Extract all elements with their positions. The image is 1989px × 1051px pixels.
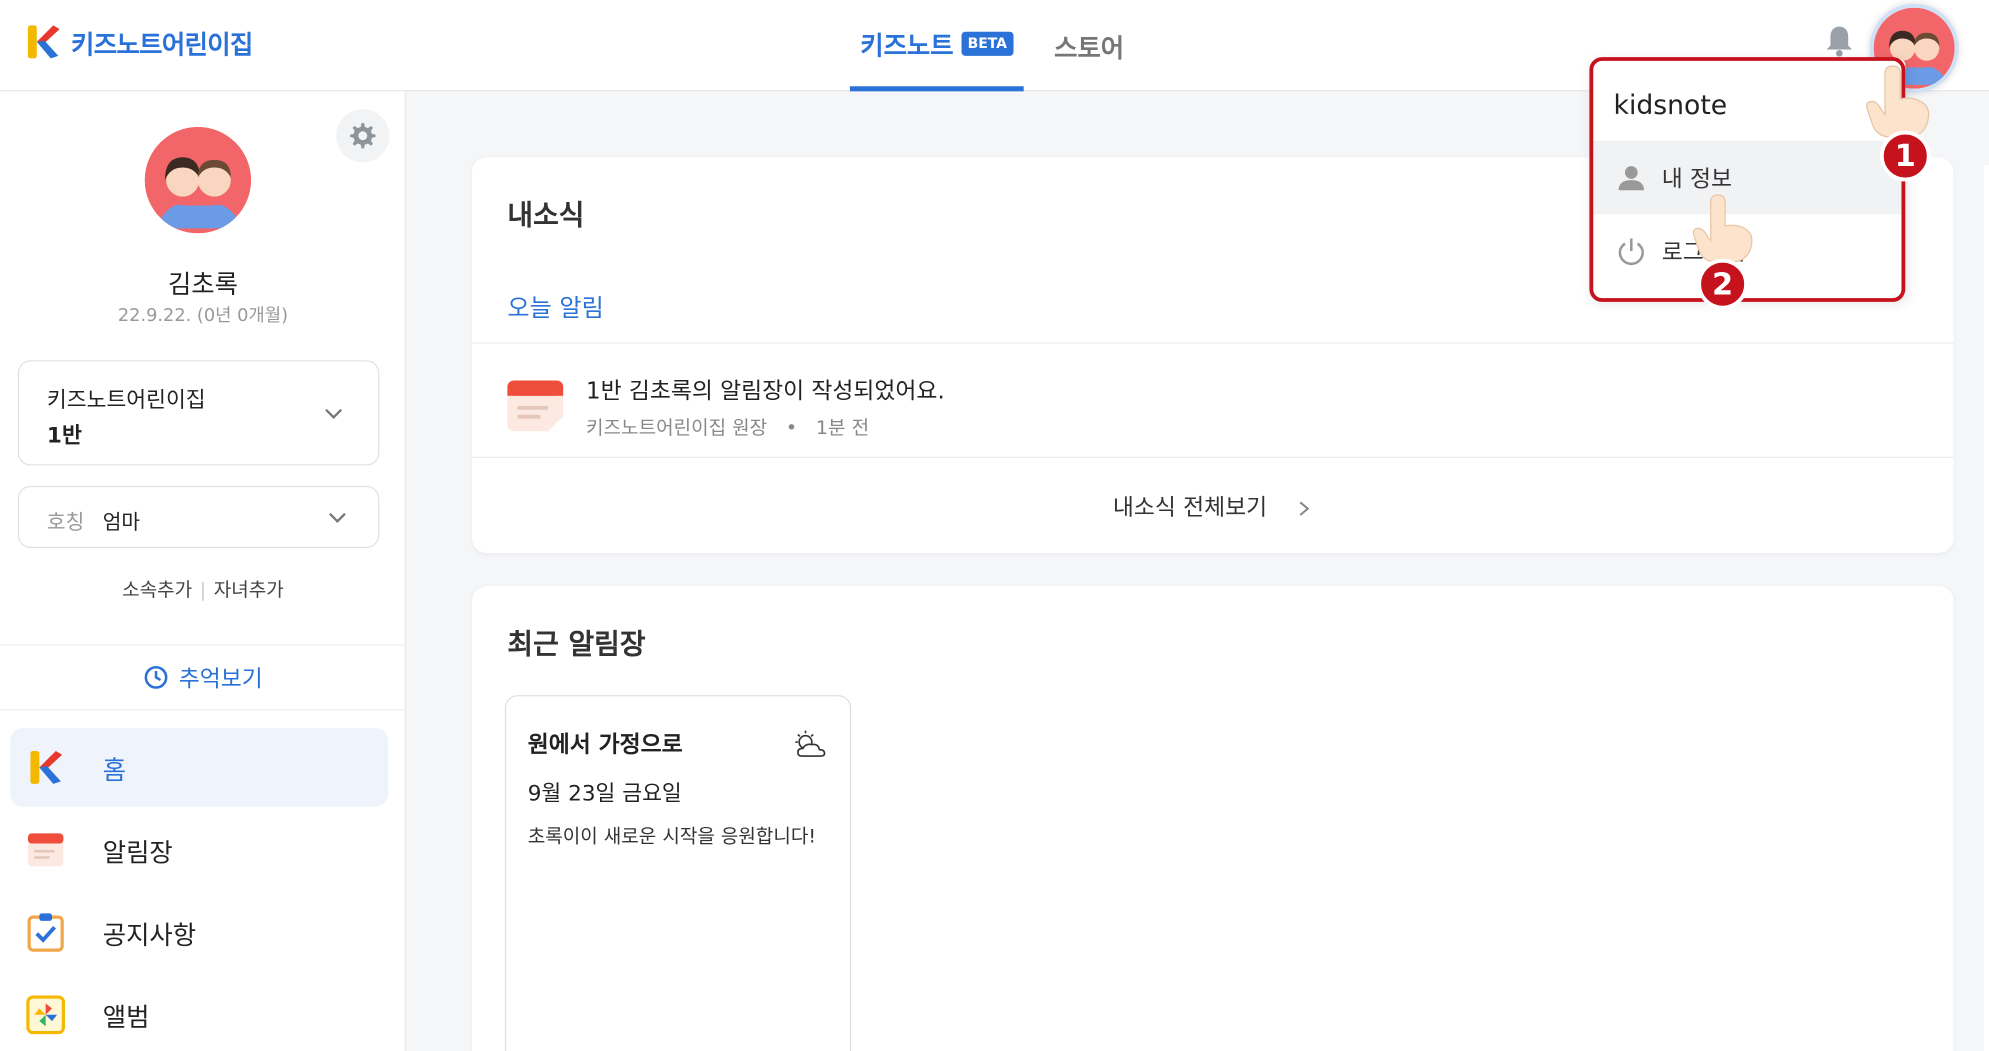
view-all-news-link[interactable]: 내소식 전체보기 [472, 490, 1954, 523]
note-body: 초록이이 새로운 시작을 응원합니다! [527, 824, 817, 848]
avatar-couple-icon [144, 126, 252, 234]
sidebar: 김초록 22.9.22. (0년 0개월) 키즈노트어린이집 1반 호칭 엄마 … [0, 91, 406, 1051]
side-links: 소속추가 | 자녀추가 [0, 576, 406, 603]
chevron-down-icon [325, 408, 343, 419]
pinwheel-icon [26, 995, 66, 1035]
notification-text[interactable]: 1반 김초록의 알림장이 작성되었어요. [586, 373, 945, 406]
nav-item-notice[interactable]: 공지사항 [10, 893, 388, 972]
school-name: 키즈노트어린이집 [46, 388, 206, 414]
recent-title: 최근 알림장 [507, 629, 646, 661]
today-label: 오늘 알림 [507, 294, 604, 323]
step-1-badge: 1 [1879, 130, 1931, 182]
title-value: 엄마 [102, 509, 141, 535]
class-name: 1반 [46, 423, 82, 450]
divider [471, 342, 1954, 344]
tab-store-label: 스토어 [1054, 32, 1125, 63]
kidsnote-logo-icon [30, 750, 63, 784]
tab-kidsnote[interactable]: 키즈노트 BETA [849, 0, 1024, 92]
child-birth: 22.9.22. (0년 0개월) [117, 305, 289, 327]
chevron-right-icon [1299, 501, 1310, 516]
calendar-note-icon [27, 833, 64, 867]
step-2-badge: 2 [1697, 258, 1748, 310]
brand-logo[interactable]: 키즈노트어린이집 [25, 22, 253, 63]
nav-item-album[interactable]: 앨범 [10, 975, 388, 1051]
clock-icon [144, 665, 168, 689]
pointing-hand-icon [1692, 194, 1753, 263]
link-separator: | [199, 578, 207, 602]
bell-icon[interactable] [1823, 23, 1856, 59]
main-tabs: 키즈노트 BETA 스토어 [849, 0, 1134, 92]
notification-time: 1분 전 [815, 416, 870, 439]
checklist-icon [27, 913, 64, 952]
add-affiliation-link[interactable]: 소속추가 [122, 578, 192, 601]
nav-item-notebook[interactable]: 알림장 [10, 811, 388, 890]
child-name: 김초록 [167, 268, 238, 300]
title-select[interactable]: 호칭 엄마 [17, 485, 380, 548]
brand-name: 키즈노트어린이집 [71, 28, 253, 59]
child-avatar [144, 126, 252, 234]
note-title: 원에서 가정으로 [527, 731, 683, 759]
nav-label-home: 홈 [102, 754, 127, 785]
memory-label: 추억보기 [178, 665, 263, 693]
settings-button[interactable] [336, 109, 390, 163]
meta-dot: • [785, 416, 798, 439]
view-all-label: 내소식 전체보기 [1112, 494, 1268, 522]
nav-label-album: 앨범 [102, 1001, 150, 1032]
gear-icon [350, 123, 376, 149]
kidsnote-logo-icon [27, 25, 60, 59]
note-card[interactable]: 원에서 가정으로 9월 23일 금요일 초록이이 새로운 시작을 응원합니다! [504, 695, 852, 1051]
title-label: 호칭 [46, 509, 85, 535]
calendar-note-icon [507, 380, 564, 432]
chevron-down-icon [329, 512, 346, 523]
nav-item-home[interactable]: 홈 [10, 728, 389, 807]
notification-author: 키즈노트어린이집 원장 [586, 416, 768, 439]
news-title: 내소식 [507, 200, 585, 233]
note-date: 9월 23일 금요일 [527, 781, 682, 807]
school-select[interactable]: 키즈노트어린이집 1반 [17, 360, 380, 466]
tab-store[interactable]: 스토어 [1044, 0, 1134, 91]
notification-meta: 키즈노트어린이집 원장 • 1분 전 [586, 414, 869, 441]
divider [471, 456, 1954, 458]
nav-label-notebook: 알림장 [102, 836, 173, 868]
add-child-link[interactable]: 자녀추가 [214, 578, 284, 601]
tab-kidsnote-label: 키즈노트 [860, 29, 954, 61]
partly-cloudy-icon [795, 730, 826, 757]
nav-label-notice: 공지사항 [102, 919, 197, 950]
memory-button[interactable]: 추억보기 [0, 644, 406, 711]
right-edge-panel [1983, 164, 1989, 1051]
beta-badge: BETA [961, 31, 1014, 56]
